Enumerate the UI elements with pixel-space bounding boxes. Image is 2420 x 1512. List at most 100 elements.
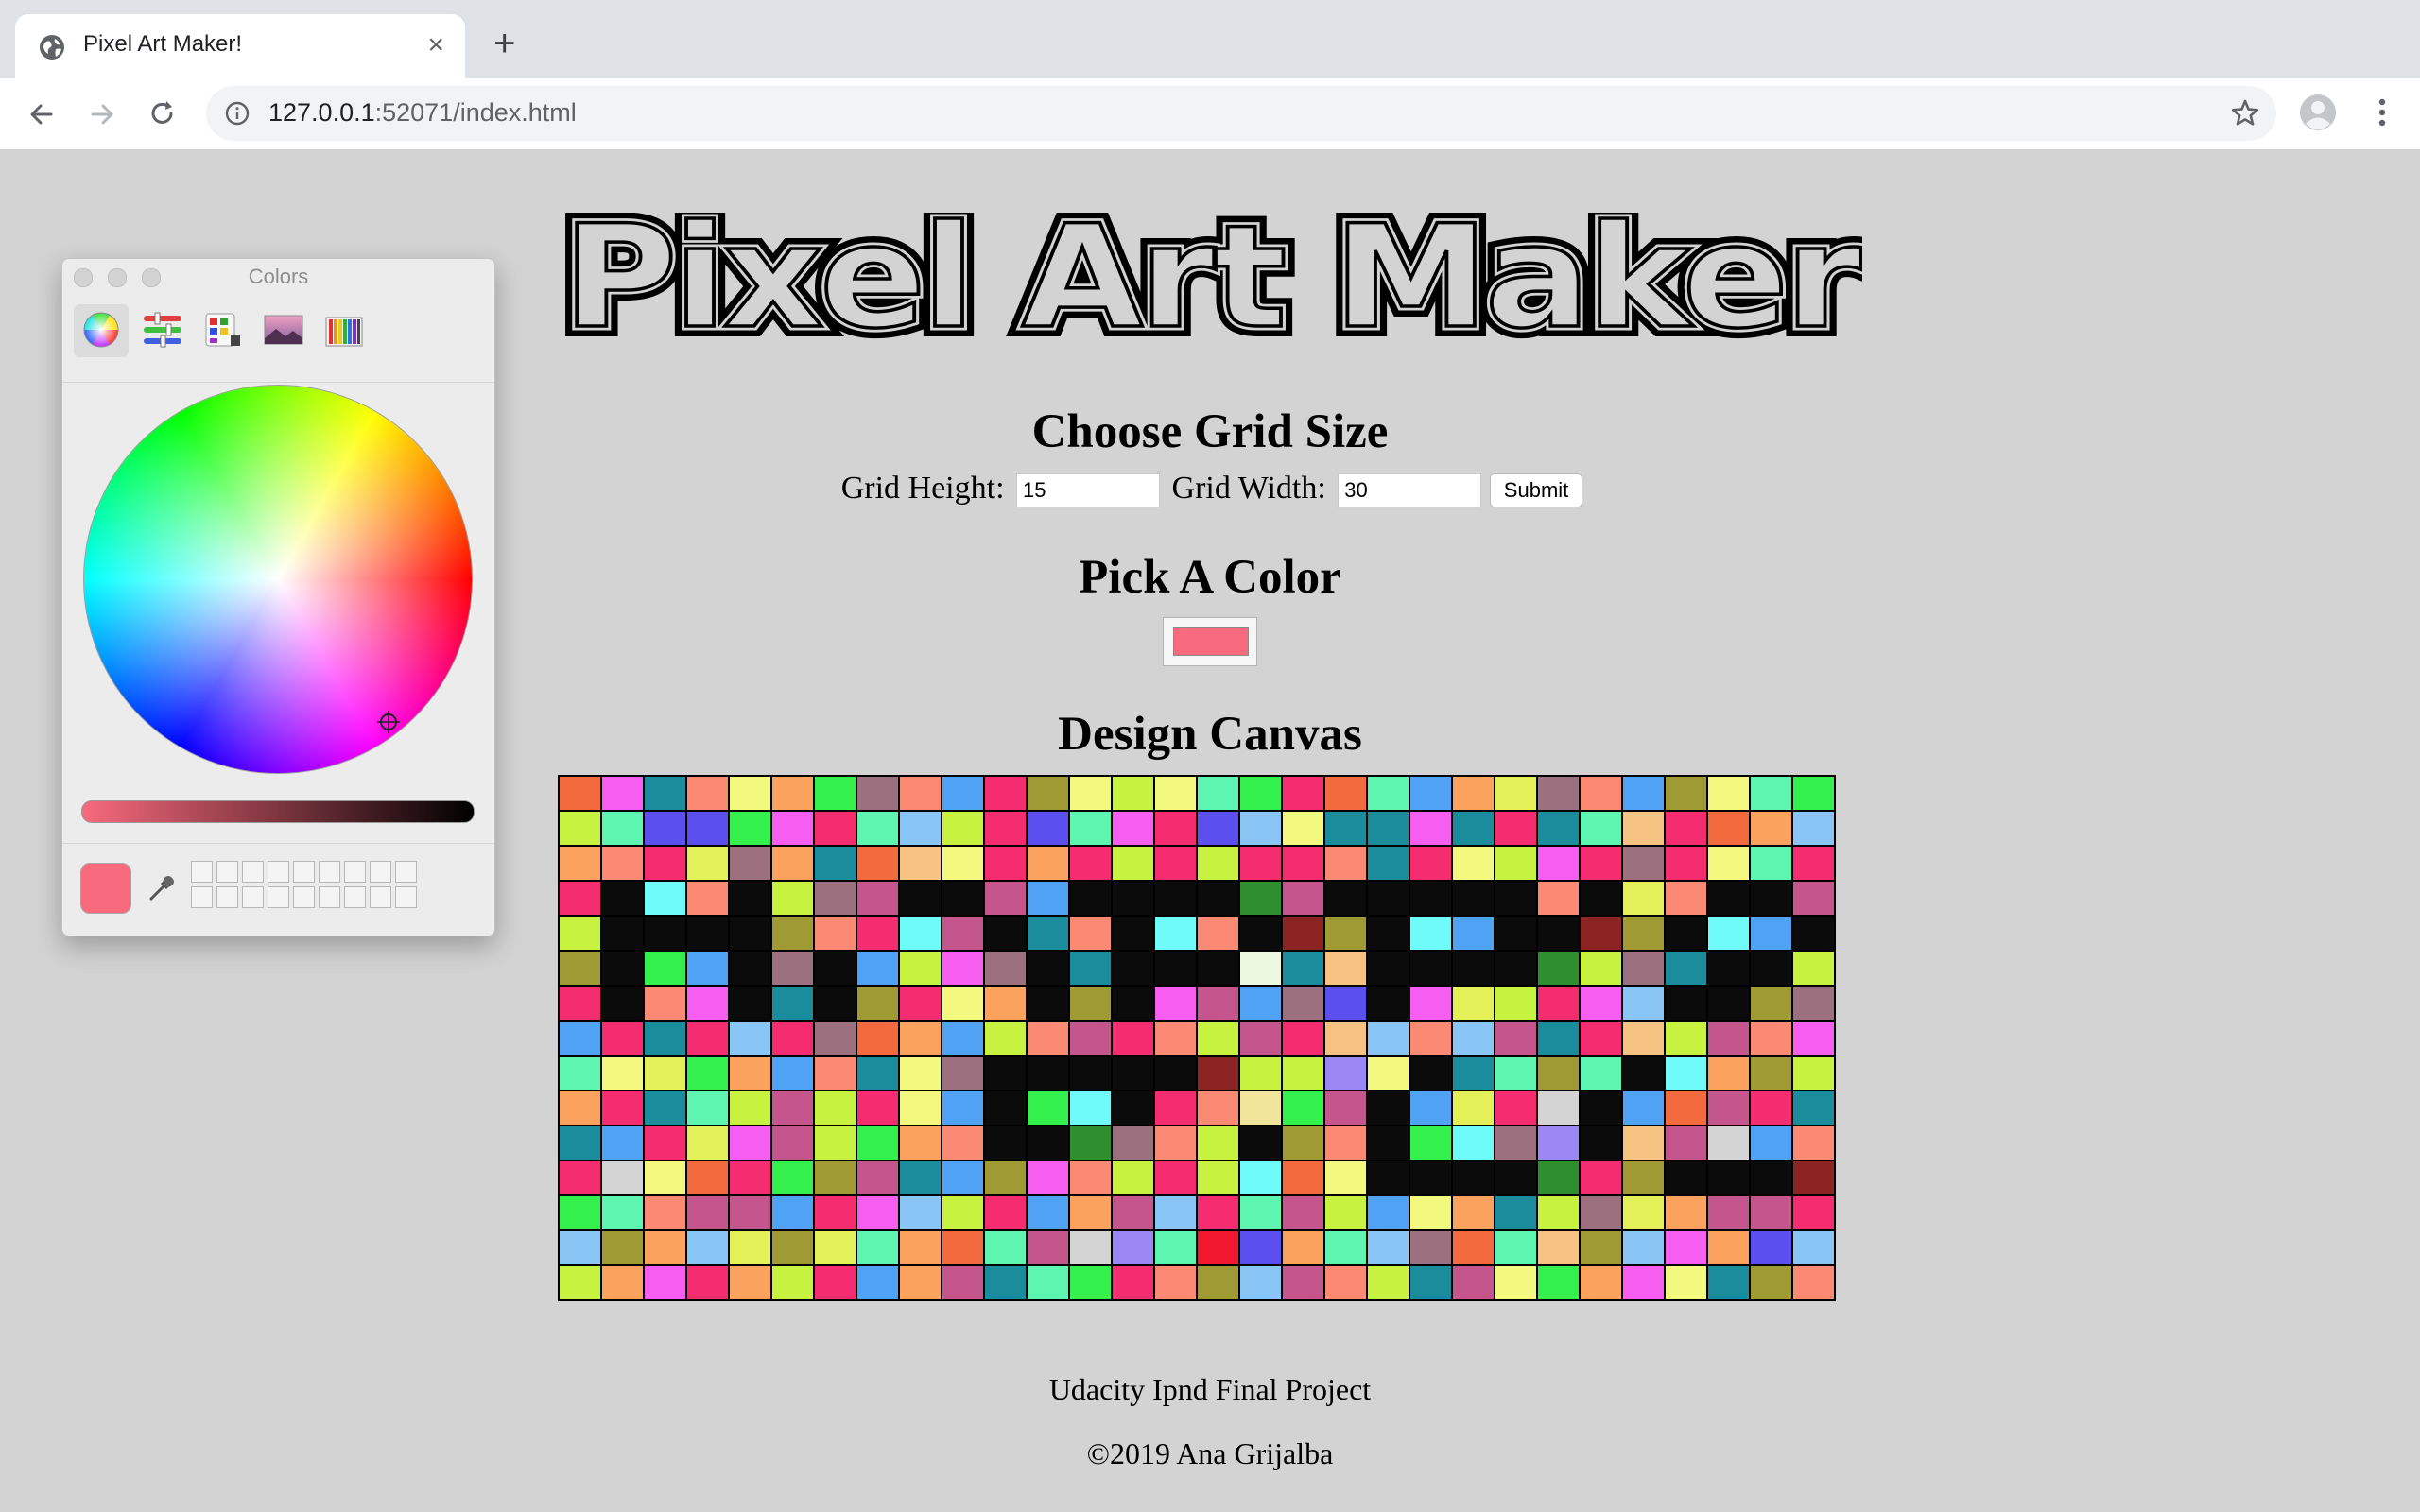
canvas-cell[interactable] [770, 1264, 815, 1301]
canvas-cell[interactable] [1621, 915, 1666, 952]
canvas-cell[interactable] [1536, 1194, 1581, 1231]
canvas-cell[interactable] [1196, 1090, 1240, 1126]
canvas-cell[interactable] [1238, 915, 1283, 952]
canvas-cell[interactable] [1621, 775, 1666, 812]
canvas-cell[interactable] [728, 915, 772, 952]
canvas-cell[interactable] [1664, 1160, 1708, 1196]
canvas-cell[interactable] [1536, 1264, 1581, 1301]
canvas-cell[interactable] [983, 1020, 1028, 1057]
canvas-cell[interactable] [1153, 915, 1198, 952]
canvas-cell[interactable] [1749, 845, 1793, 882]
canvas-cell[interactable] [1366, 1229, 1410, 1266]
canvas-cell[interactable] [1536, 915, 1581, 952]
canvas-cell[interactable] [770, 1125, 815, 1161]
canvas-cell[interactable] [1153, 1090, 1198, 1126]
canvas-cell[interactable] [1111, 845, 1155, 882]
canvas-cell[interactable] [813, 1020, 857, 1057]
canvas-cell[interactable] [1409, 775, 1453, 812]
canvas-cell[interactable] [1323, 1229, 1368, 1266]
canvas-cell[interactable] [813, 880, 857, 917]
canvas-cell[interactable] [1791, 845, 1836, 882]
canvas-cell[interactable] [1791, 1229, 1836, 1266]
canvas-cell[interactable] [1323, 1125, 1368, 1161]
canvas-cell[interactable] [1238, 1055, 1283, 1091]
canvas-cell[interactable] [1451, 880, 1495, 917]
color-wheel-tab[interactable] [74, 304, 129, 357]
canvas-cell[interactable] [1791, 1020, 1836, 1057]
canvas-cell[interactable] [1409, 1264, 1453, 1301]
canvas-cell[interactable] [941, 985, 985, 1022]
canvas-cell[interactable] [1791, 1125, 1836, 1161]
image-palettes-tab[interactable] [255, 304, 310, 357]
canvas-cell[interactable] [1196, 1055, 1240, 1091]
pencils-tab[interactable] [316, 304, 371, 357]
canvas-cell[interactable] [1196, 1160, 1240, 1196]
canvas-cell[interactable] [1366, 1020, 1410, 1057]
canvas-cell[interactable] [1068, 1160, 1113, 1196]
pixel-canvas[interactable] [558, 775, 1836, 1301]
canvas-cell[interactable] [1153, 1020, 1198, 1057]
canvas-cell[interactable] [1409, 915, 1453, 952]
canvas-cell[interactable] [1494, 1194, 1538, 1231]
canvas-cell[interactable] [1621, 1020, 1666, 1057]
canvas-cell[interactable] [898, 1160, 942, 1196]
canvas-cell[interactable] [1706, 1264, 1751, 1301]
canvas-cell[interactable] [983, 950, 1028, 987]
canvas-cell[interactable] [1153, 810, 1198, 847]
canvas-cell[interactable] [600, 950, 645, 987]
canvas-cell[interactable] [1664, 845, 1708, 882]
canvas-cell[interactable] [643, 810, 687, 847]
canvas-cell[interactable] [770, 1160, 815, 1196]
canvas-cell[interactable] [1706, 1090, 1751, 1126]
canvas-cell[interactable] [1323, 1194, 1368, 1231]
canvas-cell[interactable] [643, 1020, 687, 1057]
canvas-cell[interactable] [1579, 1160, 1623, 1196]
canvas-cell[interactable] [983, 985, 1028, 1022]
canvas-cell[interactable] [1621, 1160, 1666, 1196]
canvas-cell[interactable] [1153, 1229, 1198, 1266]
canvas-cell[interactable] [1153, 985, 1198, 1022]
canvas-cell[interactable] [1579, 1020, 1623, 1057]
canvas-cell[interactable] [685, 1229, 730, 1266]
canvas-cell[interactable] [1494, 810, 1538, 847]
canvas-cell[interactable] [1409, 880, 1453, 917]
canvas-cell[interactable] [856, 1055, 900, 1091]
swatch-grid[interactable] [191, 861, 417, 908]
canvas-cell[interactable] [1281, 915, 1325, 952]
canvas-cell[interactable] [941, 845, 985, 882]
canvas-cell[interactable] [1706, 915, 1751, 952]
canvas-cell[interactable] [1536, 1090, 1581, 1126]
canvas-cell[interactable] [1238, 1194, 1283, 1231]
canvas-cell[interactable] [1111, 985, 1155, 1022]
canvas-cell[interactable] [1111, 880, 1155, 917]
canvas-cell[interactable] [1323, 880, 1368, 917]
canvas-cell[interactable] [1026, 1020, 1070, 1057]
browser-tab[interactable]: Pixel Art Maker! × [15, 14, 465, 78]
canvas-cell[interactable] [728, 1020, 772, 1057]
canvas-cell[interactable] [1366, 1055, 1410, 1091]
canvas-cell[interactable] [1451, 810, 1495, 847]
canvas-cell[interactable] [1026, 1090, 1070, 1126]
canvas-cell[interactable] [600, 915, 645, 952]
canvas-cell[interactable] [1451, 915, 1495, 952]
canvas-cell[interactable] [898, 915, 942, 952]
canvas-cell[interactable] [1536, 1160, 1581, 1196]
canvas-cell[interactable] [856, 1125, 900, 1161]
canvas-cell[interactable] [558, 915, 602, 952]
canvas-cell[interactable] [1238, 1090, 1283, 1126]
canvas-cell[interactable] [1026, 1229, 1070, 1266]
canvas-cell[interactable] [898, 775, 942, 812]
canvas-cell[interactable] [770, 810, 815, 847]
canvas-cell[interactable] [685, 1055, 730, 1091]
canvas-cell[interactable] [1621, 985, 1666, 1022]
canvas-cell[interactable] [1579, 1194, 1623, 1231]
canvas-cell[interactable] [898, 845, 942, 882]
canvas-cell[interactable] [1238, 1264, 1283, 1301]
canvas-cell[interactable] [685, 775, 730, 812]
canvas-cell[interactable] [856, 1020, 900, 1057]
canvas-cell[interactable] [728, 1125, 772, 1161]
canvas-cell[interactable] [1111, 1090, 1155, 1126]
canvas-cell[interactable] [1494, 1020, 1538, 1057]
canvas-cell[interactable] [558, 1125, 602, 1161]
canvas-cell[interactable] [1579, 1090, 1623, 1126]
